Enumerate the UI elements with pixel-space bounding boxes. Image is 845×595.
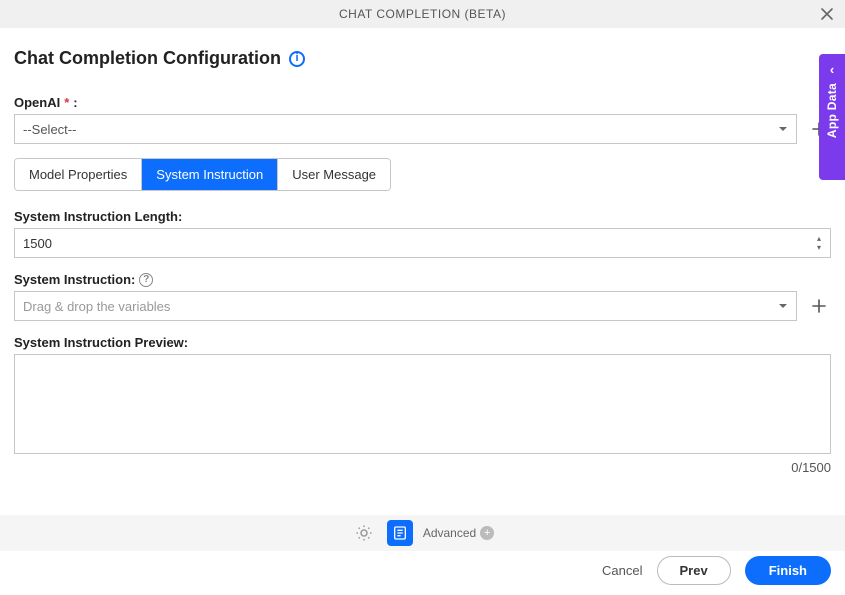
advanced-toggle[interactable]: Advanced + [423,526,494,540]
settings-button[interactable] [351,520,377,546]
dialog-title: CHAT COMPLETION (BETA) [339,7,506,21]
cancel-button[interactable]: Cancel [602,563,642,578]
chevron-down-icon [774,292,792,320]
chevron-down-icon [774,115,792,143]
step-down-icon: ▾ [812,243,826,252]
char-counter: 0/1500 [14,460,831,475]
help-icon[interactable]: ? [139,273,153,287]
footer-toolbar: Advanced + [0,515,845,551]
plus-circle-icon: + [480,526,494,540]
plus-icon [811,298,827,314]
close-button[interactable] [817,4,837,24]
chevron-left-icon: ‹ [830,62,834,77]
add-instruction-button[interactable] [807,294,831,318]
system-instruction-placeholder: Drag & drop the variables [23,299,170,314]
openai-label: OpenAI*: [14,95,831,110]
system-instruction-length-input[interactable]: 1500 ▴ ▾ [14,228,831,258]
system-instruction-preview[interactable] [14,354,831,454]
step-up-icon: ▴ [812,234,826,243]
openai-select-value: --Select-- [23,122,76,137]
instruction-label: System Instruction: ? [14,272,831,287]
prev-button[interactable]: Prev [657,556,731,585]
openai-select[interactable]: --Select-- [14,114,797,144]
app-data-panel-toggle[interactable]: ‹ App Data [819,54,845,180]
document-icon [392,525,408,541]
action-buttons: Cancel Prev Finish [602,556,831,585]
gear-icon [355,524,373,542]
system-instruction-input[interactable]: Drag & drop the variables [14,291,797,321]
dialog-header: CHAT COMPLETION (BETA) [0,0,845,28]
preview-label: System Instruction Preview: [14,335,831,350]
tab-bar: Model Properties System Instruction User… [14,158,391,191]
page-title: Chat Completion Configuration [14,48,281,69]
tab-model-properties[interactable]: Model Properties [15,159,142,190]
info-icon[interactable]: i [289,51,305,67]
tab-system-instruction[interactable]: System Instruction [142,159,278,190]
length-label: System Instruction Length: [14,209,831,224]
finish-button[interactable]: Finish [745,556,831,585]
tab-user-message[interactable]: User Message [278,159,390,190]
close-icon [820,7,834,21]
number-stepper[interactable]: ▴ ▾ [812,229,826,257]
form-view-button[interactable] [387,520,413,546]
